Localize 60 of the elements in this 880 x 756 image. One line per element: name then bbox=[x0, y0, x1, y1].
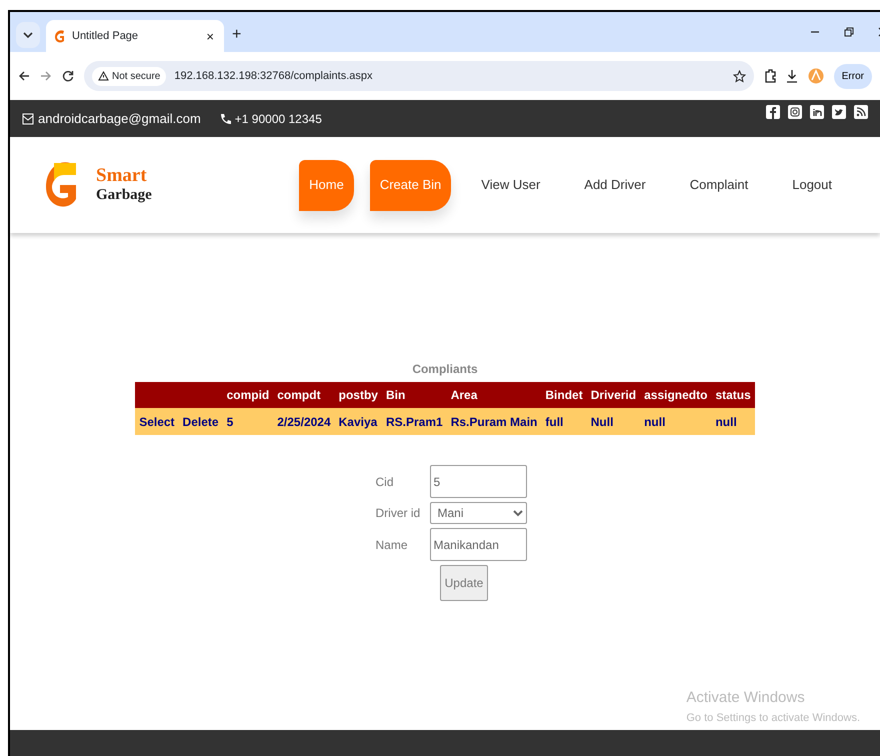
restore-icon[interactable] bbox=[844, 27, 854, 37]
update-button[interactable]: Update bbox=[440, 565, 488, 601]
table-cell: null bbox=[640, 408, 712, 435]
activation-title: Activate Windows bbox=[686, 688, 806, 708]
back-icon[interactable] bbox=[18, 70, 30, 82]
activation-subtitle: Go to Settings to activate Windows. bbox=[686, 710, 860, 726]
twitter-icon[interactable] bbox=[832, 105, 846, 119]
download-icon[interactable] bbox=[786, 69, 798, 83]
rss-icon[interactable] bbox=[854, 105, 868, 119]
field-label: Name bbox=[376, 536, 409, 554]
column-header: Bin bbox=[382, 382, 447, 408]
input-field[interactable]: 5 bbox=[430, 465, 526, 498]
column-header: Area bbox=[446, 382, 542, 408]
extensions-icon[interactable] bbox=[764, 69, 776, 83]
table-cell: 2/25/2024 bbox=[273, 408, 335, 435]
star-icon[interactable] bbox=[732, 70, 746, 82]
table-cell: RS.Pram1 bbox=[382, 408, 447, 435]
column-header: status bbox=[711, 382, 755, 408]
table-cell: Null bbox=[586, 408, 640, 435]
table-title: Compliants bbox=[411, 361, 479, 378]
reload-icon[interactable] bbox=[62, 70, 74, 82]
table-cell: full bbox=[541, 408, 587, 435]
nav-link[interactable]: Logout bbox=[784, 160, 840, 210]
linkedin-icon[interactable] bbox=[810, 105, 824, 119]
input-field[interactable]: Manikandan bbox=[430, 528, 526, 561]
table-cell: Kaviya bbox=[334, 408, 382, 435]
brand-name: Smart bbox=[96, 166, 148, 188]
warning-icon bbox=[98, 71, 109, 81]
column-header: postby bbox=[334, 382, 382, 408]
nav-link[interactable]: Add Driver bbox=[576, 160, 654, 210]
tab-close-button[interactable]: × bbox=[204, 30, 216, 42]
field-label: Driver id bbox=[376, 505, 422, 522]
field-label: Cid bbox=[376, 474, 395, 490]
facebook-icon[interactable] bbox=[766, 105, 780, 119]
column-header: assignedto bbox=[640, 382, 712, 408]
page-favicon bbox=[54, 29, 66, 43]
mail-icon bbox=[22, 112, 34, 124]
security-chip[interactable]: Not secure bbox=[92, 66, 166, 86]
email-text: androidcarbage@gmail.com bbox=[38, 110, 201, 128]
brand-name: Garbage bbox=[96, 187, 152, 204]
column-header: compdt bbox=[273, 382, 335, 408]
column-header: compid bbox=[222, 382, 274, 408]
instagram-icon[interactable] bbox=[788, 105, 802, 119]
tab-title: Untitled Page bbox=[72, 28, 140, 44]
new-tab-button[interactable]: + bbox=[230, 27, 244, 43]
phone-icon bbox=[218, 112, 231, 124]
table-cell: null bbox=[711, 408, 755, 435]
phone-text: +1 90000 12345 bbox=[234, 110, 322, 128]
column-header: Driverid bbox=[586, 382, 640, 408]
profile-button[interactable]: Error bbox=[834, 64, 872, 88]
browser-tab[interactable]: Untitled Page × bbox=[46, 20, 224, 52]
nav-link[interactable]: View User bbox=[473, 160, 548, 210]
driver-select[interactable]: Mani bbox=[430, 502, 526, 524]
table-cell: Rs.Puram Main bbox=[446, 408, 542, 435]
nav-link[interactable]: Complaint bbox=[682, 160, 756, 210]
dropdown-icon[interactable] bbox=[23, 31, 33, 39]
table-cell: 5 bbox=[222, 408, 274, 435]
url-text[interactable]: 192.168.132.198:32768/complaints.aspx bbox=[174, 68, 725, 84]
forward-icon[interactable] bbox=[40, 70, 52, 82]
column-header: Bindet bbox=[541, 382, 587, 408]
